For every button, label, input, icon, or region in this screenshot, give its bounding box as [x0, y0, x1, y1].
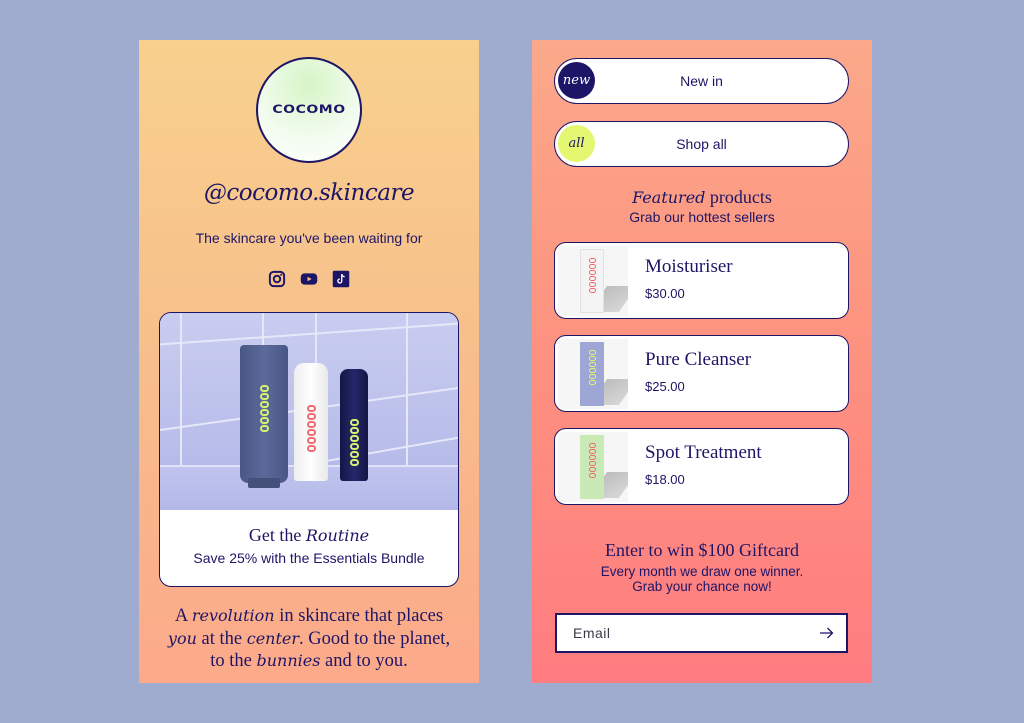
brand-logo: COCOMO [256, 57, 362, 163]
instagram-link[interactable] [268, 270, 286, 288]
product-image [558, 246, 628, 316]
featured-heading: Featured products [632, 187, 772, 207]
shop-all-button[interactable]: all Shop all [554, 121, 849, 167]
product-name: Pure Cleanser [645, 349, 752, 370]
product-price: $30.00 [645, 286, 685, 301]
social-links [139, 270, 479, 288]
email-input[interactable] [557, 625, 808, 641]
arrow-right-icon [820, 627, 834, 639]
giftcard-title: Enter to win $100 Giftcard [605, 540, 799, 560]
instagram-icon [268, 270, 286, 288]
serum-bottle [340, 369, 368, 481]
product-price: $25.00 [645, 379, 685, 394]
product-image [558, 432, 628, 502]
tiktok-link[interactable] [332, 270, 350, 288]
email-signup-form [555, 613, 848, 653]
email-submit-button[interactable] [808, 615, 846, 651]
youtube-icon [300, 273, 318, 285]
cleanser-tube [240, 345, 288, 483]
new-in-label: New in [680, 73, 723, 89]
profile-panel: COCOMO @cocomo.skincare The skincare you… [139, 40, 479, 683]
all-badge: all [558, 125, 595, 162]
youtube-link[interactable] [300, 270, 318, 288]
product-card-moisturiser[interactable]: Moisturiser $30.00 [554, 242, 849, 319]
routine-subtitle: Save 25% with the Essentials Bundle [193, 550, 425, 566]
product-card-spot-treatment[interactable]: Spot Treatment $18.00 [554, 428, 849, 505]
moisturiser-bottle [294, 363, 328, 481]
shop-panel: new New in all Shop all Featured product… [532, 40, 872, 683]
product-price: $18.00 [645, 472, 685, 487]
shop-all-label: Shop all [676, 136, 727, 152]
product-name: Moisturiser [645, 256, 733, 277]
giftcard-subtitle: Every month we draw one winner. Grab you… [600, 564, 804, 594]
profile-handle: @cocomo.skincare [203, 180, 415, 206]
new-in-button[interactable]: new New in [554, 58, 849, 104]
product-name: Spot Treatment [645, 442, 762, 463]
profile-tagline: The skincare you've been waiting for [195, 230, 423, 246]
new-badge: new [558, 62, 595, 99]
logo-text: COCOMO [272, 103, 346, 117]
mission-statement: A revolution in skincare that places you… [167, 606, 451, 671]
product-image [558, 339, 628, 409]
product-card-pure-cleanser[interactable]: Pure Cleanser $25.00 [554, 335, 849, 412]
routine-bundle-card[interactable]: Get the Routine Save 25% with the Essent… [159, 312, 459, 587]
tiktok-icon [332, 270, 350, 288]
routine-product-photo [160, 313, 458, 510]
routine-title: Get the Routine [248, 525, 370, 545]
featured-subtitle: Grab our hottest sellers [629, 209, 775, 225]
